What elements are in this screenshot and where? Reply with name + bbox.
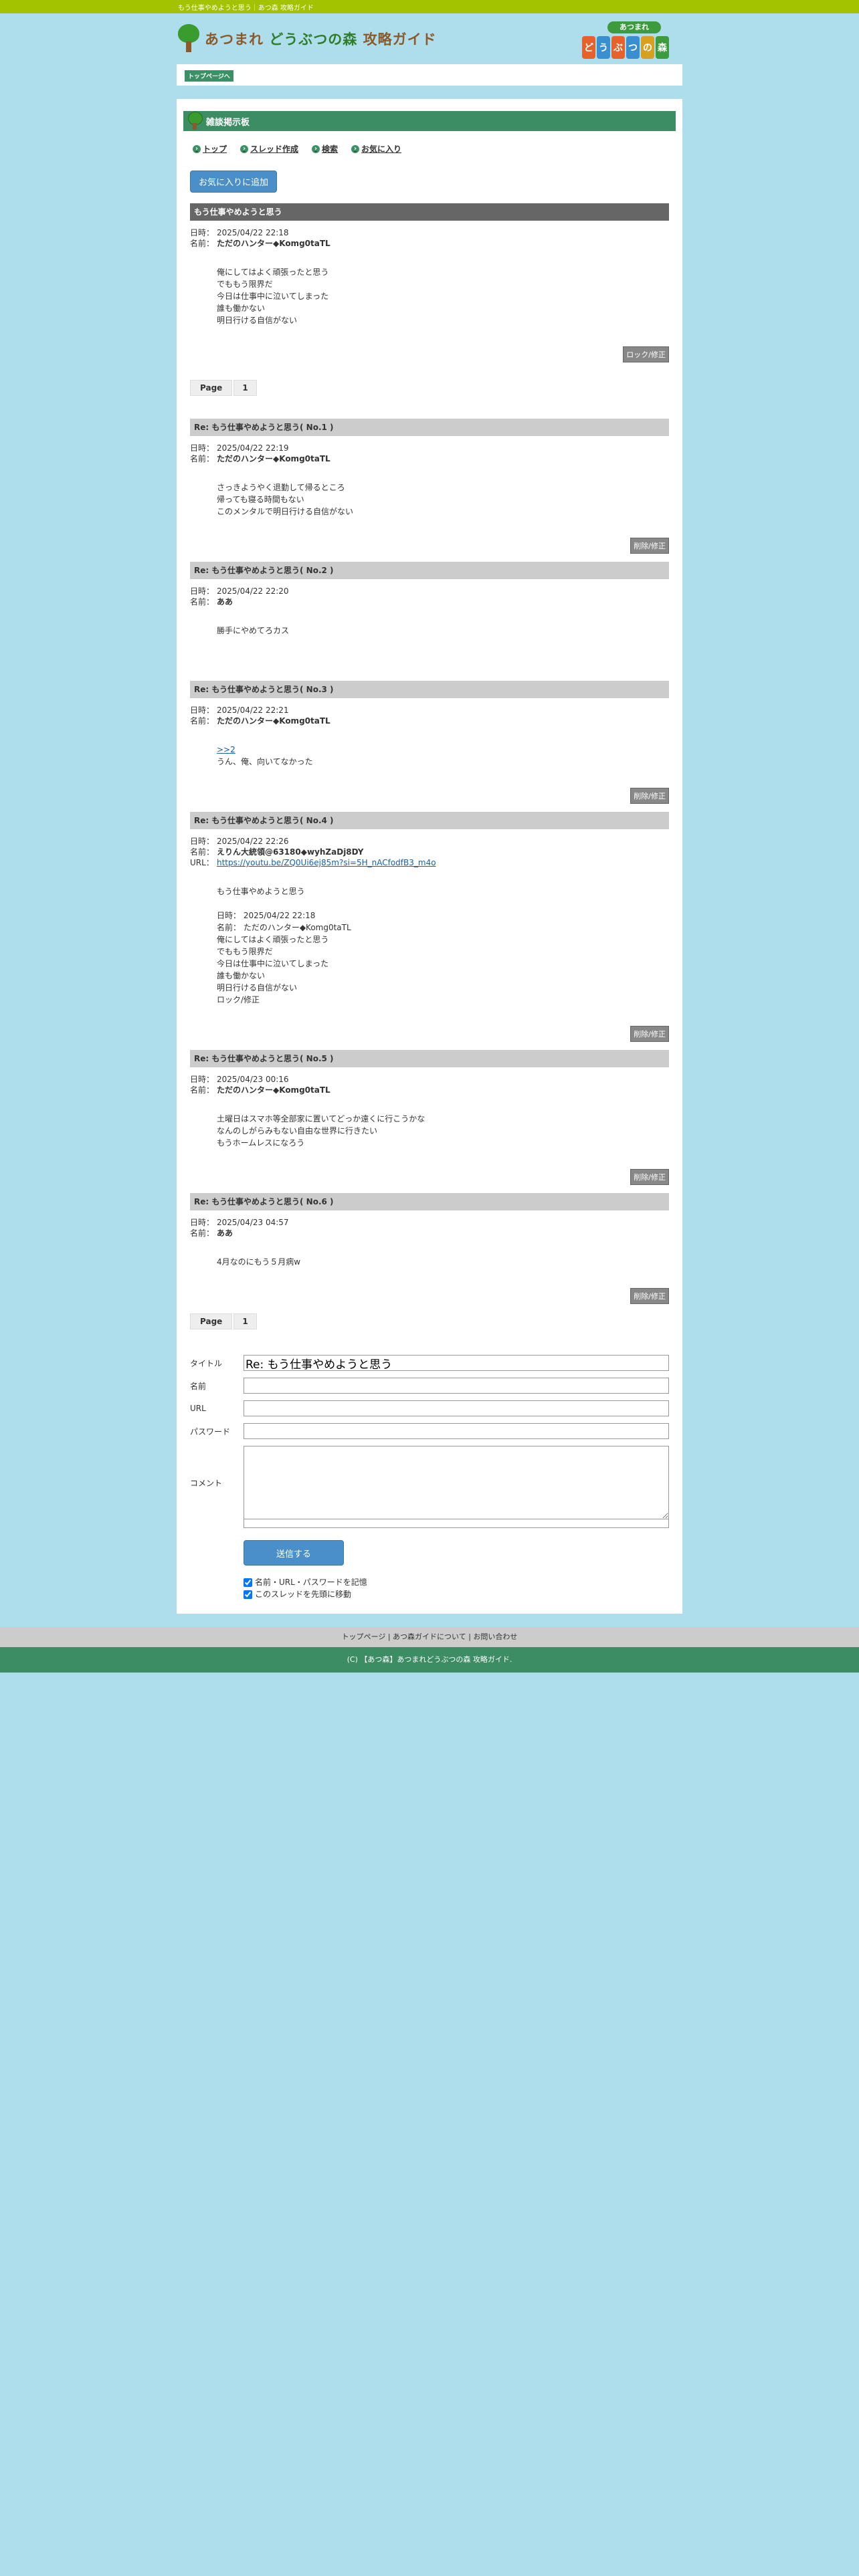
post-meta: 日時： 2025/04/22 22:19 名前： ただのハンター◆Komg0taTL [190, 443, 330, 463]
post-body: 俺にしてはよく頑張ったと思う でももう限界だ 今日は仕事中に泣いてしまった 誰も… [217, 267, 329, 325]
title-input[interactable] [244, 1355, 669, 1371]
board-menu: › トップ › スレッド作成 › 検索 › お気に入り [193, 143, 666, 154]
game-logo: あつまれ どうぶつの森 [582, 21, 684, 62]
reply-title: Re: もう仕事やめようと思う( No.1 ) [190, 419, 669, 436]
reply-post: Re: もう仕事やめようと思う( No.5 ) 日時： 2025/04/23 00:… [190, 1050, 669, 1185]
delete-edit-button[interactable]: 削除/修正 [630, 788, 669, 804]
tree-icon [187, 112, 203, 130]
arrow-right-icon: › [312, 144, 320, 153]
post-meta: 日時： 2025/04/22 22:20 名前： ああ [190, 586, 289, 607]
lock-edit-button[interactable]: ロック/修正 [623, 346, 669, 362]
breadcrumb-top-link[interactable]: トップページへ [185, 70, 233, 82]
thread-title: もう仕事やめようと思う [190, 203, 669, 221]
reply-post: Re: もう仕事やめようと思う( No.1 ) 日時： 2025/04/22 22:… [190, 419, 669, 554]
post-url-link[interactable]: https://youtu.be/ZQ0Ui6ej85m?si=5H_nACfo… [217, 858, 436, 867]
title-label: タイトル [190, 1358, 223, 1368]
name-input[interactable] [244, 1378, 669, 1394]
comment-label: コメント [190, 1478, 223, 1488]
site-title: あつまれ どうぶつの森 攻略ガイド [205, 31, 437, 47]
reply-title: Re: もう仕事やめようと思う( No.4 ) [190, 812, 669, 829]
move-top-label: このスレッドを先頭に移動 [255, 1590, 352, 1599]
site-logo[interactable]: あつまれ どうぶつの森 攻略ガイド [177, 23, 437, 55]
post-meta: 日時： 2025/04/22 22:21 名前： ただのハンター◆Komg0taTL [190, 706, 330, 726]
pager-page-1[interactable]: 1 [233, 1313, 257, 1329]
post-body: >>2 うん、俺、向いてなかった [217, 745, 313, 766]
footer-about-link[interactable]: あつ森ガイドについて [393, 1632, 466, 1641]
url-input[interactable] [244, 1400, 669, 1416]
site-header: あつまれ どうぶつの森 攻略ガイド あつまれ どうぶつの森 [175, 13, 684, 64]
game-logo-char: つ [626, 36, 640, 59]
remember-label: 名前・URL・パスワードを記憶 [255, 1578, 367, 1587]
delete-edit-button[interactable]: 削除/修正 [630, 1288, 669, 1304]
footer-contact-link[interactable]: お問い合わせ [473, 1632, 517, 1641]
arrow-right-icon: › [351, 144, 360, 153]
arrow-right-icon: › [240, 144, 249, 153]
pager-label: Page [190, 1313, 233, 1329]
post-body: 勝手にやめてろカス [217, 626, 290, 635]
main-content: 雑談掲示板 › トップ › スレッド作成 › 検索 › お気に入り お気に入りに追加 も… [177, 99, 682, 1614]
url-label: URL [190, 1404, 206, 1413]
reply-title: Re: もう仕事やめようと思う( No.2 ) [190, 562, 669, 579]
board-title: 雑談掲示板 [206, 117, 250, 128]
password-label: パスワード [190, 1426, 231, 1436]
game-logo-char: の [641, 36, 654, 59]
reply-title: Re: もう仕事やめようと思う( No.5 ) [190, 1050, 669, 1067]
delete-edit-button[interactable]: 削除/修正 [630, 1026, 669, 1042]
game-logo-char: ど [582, 36, 595, 59]
move-top-checkbox[interactable] [244, 1590, 252, 1599]
game-logo-char: 森 [656, 36, 669, 59]
menu-top-link[interactable]: › トップ [193, 143, 227, 154]
board-title-bar: 雑談掲示板 [183, 111, 676, 131]
post-body: もう仕事やめようと思う 日時： 2025/04/22 22:18 名前： ただの… [217, 887, 351, 1004]
name-label: 名前 [190, 1381, 207, 1391]
pager-label: Page [190, 380, 233, 396]
post-meta: 日時： 2025/04/23 00:16 名前： ただのハンター◆Komg0taTL [190, 1075, 330, 1095]
reply-post: Re: もう仕事やめようと思う( No.6 ) 日時： 2025/04/23 04:… [190, 1193, 669, 1304]
footer-links: トップページ | あつ森ガイドについて | お問い合わせ [0, 1627, 859, 1647]
post-meta: 日時： 2025/04/23 04:57 名前： ああ [190, 1218, 289, 1238]
arrow-right-icon: › [193, 144, 201, 153]
game-logo-top: あつまれ [607, 21, 661, 33]
breadcrumb: トップページへ [177, 64, 682, 86]
comment-textarea[interactable] [244, 1446, 669, 1519]
pager-bottom: Page 1 [190, 1313, 669, 1329]
remember-checkbox[interactable] [244, 1578, 252, 1587]
reply-post: Re: もう仕事やめようと思う( No.3 ) 日時： 2025/04/22 22:… [190, 681, 669, 804]
reply-title: Re: もう仕事やめようと思う( No.6 ) [190, 1193, 669, 1210]
footer-copyright: (C) 【あつ森】あつまれどうぶつの森 攻略ガイド. [0, 1647, 859, 1673]
menu-new-thread-link[interactable]: › スレッド作成 [240, 143, 298, 154]
password-input[interactable] [244, 1423, 669, 1439]
post-body: 4月なのにもう５月病w [217, 1257, 301, 1267]
post-meta: 日時： 2025/04/22 22:26 名前： えりん大統領@63180◆wyhZa… [190, 837, 436, 867]
reply-anchor-link[interactable]: >>2 [217, 745, 235, 754]
tree-icon [177, 23, 201, 55]
footer-top-link[interactable]: トップページ [342, 1632, 386, 1641]
submit-button[interactable]: 送信する [244, 1540, 344, 1566]
menu-search-link[interactable]: › 検索 [312, 143, 338, 154]
pager-page-1[interactable]: 1 [233, 380, 257, 396]
delete-edit-button[interactable]: 削除/修正 [630, 538, 669, 554]
reply-title: Re: もう仕事やめようと思う( No.3 ) [190, 681, 669, 698]
reply-post: Re: もう仕事やめようと思う( No.4 ) 日時： 2025/04/22 22:… [190, 812, 669, 1042]
add-favorite-button[interactable]: お気に入りに追加 [190, 171, 278, 193]
comment-resize-bar [244, 1519, 669, 1528]
top-title: もう仕事やめようと思う｜あつ森 攻略ガイド [178, 5, 314, 12]
post-meta: 日時： 2025/04/22 22:18 名前： ただのハンター◆Komg0taTL [190, 228, 330, 248]
reply-post: Re: もう仕事やめようと思う( No.2 ) 日時： 2025/04/22 22:… [190, 562, 669, 671]
pager: Page 1 [190, 380, 669, 396]
game-logo-char: ぶ [611, 36, 625, 59]
top-bar: もう仕事やめようと思う｜あつ森 攻略ガイド [0, 0, 859, 13]
menu-favorites-link[interactable]: › お気に入り [351, 143, 401, 154]
post-body: さっきようやく退勤して帰るところ 帰っても寝る時間もない このメンタルで明日行け… [217, 483, 354, 516]
delete-edit-button[interactable]: 削除/修正 [630, 1169, 669, 1185]
post-body: 土曜日はスマホ等全部家に置いてどっか遠くに行こうかな なんのしがらみもない自由な… [217, 1114, 425, 1148]
reply-form: タイトル 名前 URL パスワード コメント 送信する 名前・URL・パスワード… [190, 1355, 669, 1600]
game-logo-char: う [597, 36, 610, 59]
